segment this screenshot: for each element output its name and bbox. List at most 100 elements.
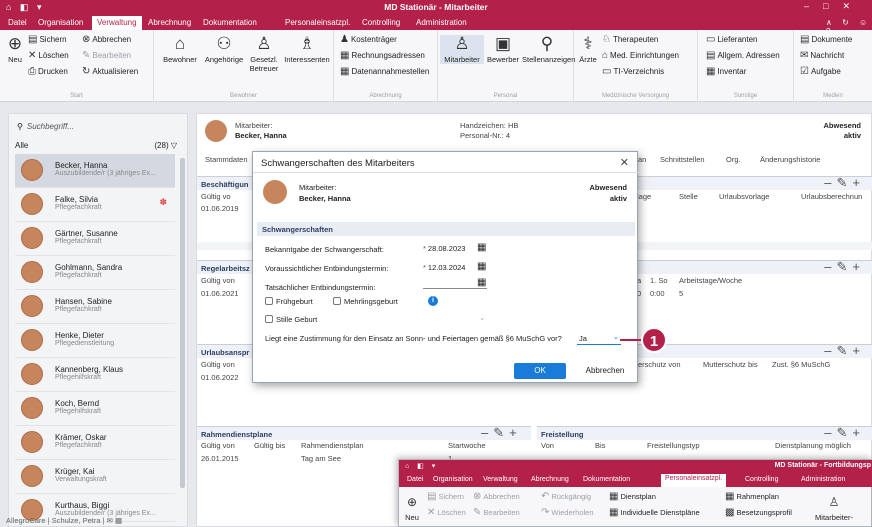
sichern-button[interactable]: ▤ Sichern	[28, 34, 67, 45]
neu-button[interactable]: ⊕ Neu	[4, 35, 26, 65]
neu-button[interactable]: ⊕ Neu	[401, 493, 423, 522]
filter-select[interactable]: Alle	[15, 141, 28, 150]
search-field[interactable]: ⚲ Suchbegriff...	[17, 122, 177, 138]
mitarbeiter-button[interactable]: ♙ Mitarbeiter	[440, 35, 484, 64]
tab-aenderungshistorie[interactable]: Änderungshistorie	[760, 155, 820, 164]
angehoerige-button[interactable]: ⚇ Angehörige	[202, 35, 246, 65]
window-controls[interactable]: –□✕	[804, 1, 864, 12]
bekanntgabe-date-input[interactable]: * 28.08.2023	[423, 244, 465, 253]
list-item[interactable]: Falke, Silvia Pflegefachkraft ✽	[15, 188, 175, 222]
ok-button[interactable]: OK	[514, 363, 566, 379]
list-item[interactable]: Krämer, Oskar Pflegefachkraft	[15, 426, 175, 460]
menu-personaleinsatz[interactable]: Personaleinsatzpl.	[285, 18, 350, 27]
stellenanzeigen-button[interactable]: ⚲ Stellenanzeigen	[522, 35, 575, 65]
rechnungsadressen-button[interactable]: ▦ Rechnungsadressen	[340, 50, 425, 61]
abbrechen-button[interactable]: ⊗ Abbrechen	[473, 491, 520, 502]
therapeuten-button[interactable]: ♘ Therapeuten	[602, 34, 658, 45]
rueckgaengig-button[interactable]: ↶ Rückgängig	[541, 491, 591, 502]
bewohner-button[interactable]: ⌂ Bewohner	[158, 35, 202, 65]
datenannahme-button[interactable]: ▦ Datenannahmestellen	[340, 66, 429, 77]
group-abrechnung: ♟ Kostenträger ▦ Rechnungsadressen ▦ Datena…	[334, 30, 438, 102]
mitarbeiter-button[interactable]: ♙ Mitarbeiter-	[811, 493, 857, 522]
section-controls[interactable]: –✎+	[824, 425, 865, 441]
betreuer-button[interactable]: ♙ Gesetzl. Betreuer	[246, 35, 282, 74]
dokumente-button[interactable]: ▤ Dokumente	[800, 34, 852, 45]
besetzungsprofil-button[interactable]: ▩ Besetzungsprofil	[725, 507, 792, 518]
list-item[interactable]: Becker, Hanna Auszubildende/r (3 jähriges…	[15, 154, 175, 188]
network-icon[interactable]: ▦	[115, 516, 122, 525]
list-item[interactable]: Krüger, Kai Verwaltungskraft	[15, 460, 175, 494]
search-input[interactable]: Suchbegriff...	[27, 122, 74, 131]
drucken-button[interactable]: ⎙ Drucken	[28, 66, 68, 77]
filter-row[interactable]: Alle (28) ▽	[15, 141, 185, 153]
individuelle-dienstplaene-button[interactable]: ▦ Individuelle Dienstpläne	[609, 507, 700, 518]
calendar-icon[interactable]: ▦	[477, 277, 486, 288]
menu-datei[interactable]: Datei	[8, 18, 27, 27]
dienstplan-button[interactable]: ▦ Dienstplan	[609, 491, 656, 502]
menu-dokumentation[interactable]: Dokumentation	[203, 18, 257, 27]
calendar-icon[interactable]: ▦	[477, 242, 486, 253]
print-icon: ⎙	[28, 66, 36, 77]
menu-administration[interactable]: Administration	[416, 18, 467, 27]
lieferanten-button[interactable]: ▭ Lieferanten	[706, 34, 757, 45]
menu-controlling[interactable]: Controlling	[362, 18, 400, 27]
tab-schnittstellen[interactable]: Schnittstellen	[660, 155, 705, 164]
group-start: ⊕ Neu ▤ Sichern ⊗ Abbrechen ✕ Löschen ✎ Bearb…	[0, 30, 154, 102]
quick-access-icons[interactable]: ⌂ ◧ ▾	[405, 462, 438, 470]
aktualisieren-button[interactable]: ↻ Aktualisieren	[82, 66, 138, 77]
bearbeiten-button[interactable]: ✎ Bearbeiten	[473, 507, 520, 518]
list-item[interactable]: Gärtner, Susanne Pflegefachkraft	[15, 222, 175, 256]
menu-abrechnung[interactable]: Abrechnung	[148, 18, 191, 27]
group-label-bewohner: Bewohner	[229, 93, 258, 99]
status-bar: AllegroCare | Schulze, Petra | ✉ ▦	[6, 516, 123, 525]
list-item[interactable]: Henke, Dieter Pflegedienstleitung	[15, 324, 175, 358]
section-controls[interactable]: –✎+	[824, 259, 865, 275]
sichern-button[interactable]: ▤ Sichern	[427, 491, 464, 502]
menu-verwaltung[interactable]: Verwaltung	[92, 16, 142, 30]
ti-button[interactable]: ▭ TI-Verzeichnis	[602, 66, 664, 77]
interessenten-button[interactable]: ♗ Interessenten	[282, 35, 332, 65]
aufgabe-button[interactable]: ☑ Aufgabe	[800, 66, 841, 77]
frame-plan-icon: ▦	[725, 491, 735, 502]
rahmenplan-button[interactable]: ▦ Rahmenplan	[725, 491, 779, 502]
list-item[interactable]: Kannenberg, Klaus Pflegehilfskraft	[15, 358, 175, 392]
wiederholen-button[interactable]: ↷ Wiederholen	[541, 507, 594, 518]
actual-date-input[interactable]	[423, 288, 487, 289]
bearbeiten-button[interactable]: ✎ Bearbeiten	[82, 50, 131, 61]
tab-plan[interactable]: an	[638, 155, 646, 164]
section-controls[interactable]: –✎+	[824, 175, 865, 191]
tab-stammdaten[interactable]: Stammdaten	[205, 155, 248, 164]
tab-org[interactable]: Org.	[726, 155, 741, 164]
adressen-button[interactable]: ▤ Allgem. Adressen	[706, 50, 780, 61]
abbrechen-button[interactable]: ⊗ Abbrechen	[82, 34, 131, 45]
section-controls[interactable]: –✎+	[481, 425, 522, 441]
menu-organisation[interactable]: Organisation	[38, 18, 83, 27]
inventar-button[interactable]: ▦ Inventar	[706, 66, 746, 77]
nachricht-button[interactable]: ✉ Nachricht	[800, 50, 844, 61]
mail-icon[interactable]: ✉	[107, 516, 113, 525]
calendar-icon[interactable]: ▦	[477, 261, 486, 272]
section-controls[interactable]: –✎+	[824, 343, 865, 359]
aerzte-button[interactable]: ⚕ Ärzte	[578, 35, 598, 65]
loeschen-button[interactable]: ✕ Löschen	[427, 507, 466, 518]
second-window-titlebar: ⌂ ◧ ▾ MD Stationär - Fortbildungsp	[399, 460, 872, 473]
info-icon[interactable]: i	[428, 296, 438, 306]
list-item[interactable]: Koch, Bernd Pflegehilfskraft	[15, 392, 175, 426]
stille-geburt-checkbox[interactable]: Stille Geburt	[265, 315, 317, 324]
close-icon[interactable]: ✕	[620, 156, 629, 169]
loeschen-button[interactable]: ✕ Löschen	[28, 50, 69, 61]
mehrlingsgeburt-checkbox[interactable]: Mehrlingsgeburt	[333, 297, 398, 306]
pregnancy-dialog: Schwangerschaften des Mitarbeiters ✕ Mit…	[252, 151, 639, 383]
list-scrollbar[interactable]	[180, 158, 185, 488]
cancel-button[interactable]: Abbrechen	[579, 363, 631, 379]
list-item[interactable]: Hansen, Sabine Pflegefachkraft	[15, 290, 175, 324]
einrichtungen-button[interactable]: ⌂ Med. Einrichtungen	[602, 50, 679, 61]
list-item[interactable]: Gohlmann, Sandra Pflegefachkraft	[15, 256, 175, 290]
entbindung-date-input[interactable]: * 12.03.2024	[423, 263, 465, 272]
bewerber-button[interactable]: ▣ Bewerber	[484, 35, 522, 65]
count-filter[interactable]: (28) ▽	[154, 141, 177, 150]
zustimmung-select[interactable]: Ja ⌄	[577, 331, 621, 345]
kostentraeger-button[interactable]: ♟ Kostenträger	[340, 34, 397, 45]
fruehgeburt-checkbox[interactable]: Frühgeburt	[265, 297, 313, 306]
chevron-down-icon[interactable]: ⌄	[479, 313, 485, 322]
